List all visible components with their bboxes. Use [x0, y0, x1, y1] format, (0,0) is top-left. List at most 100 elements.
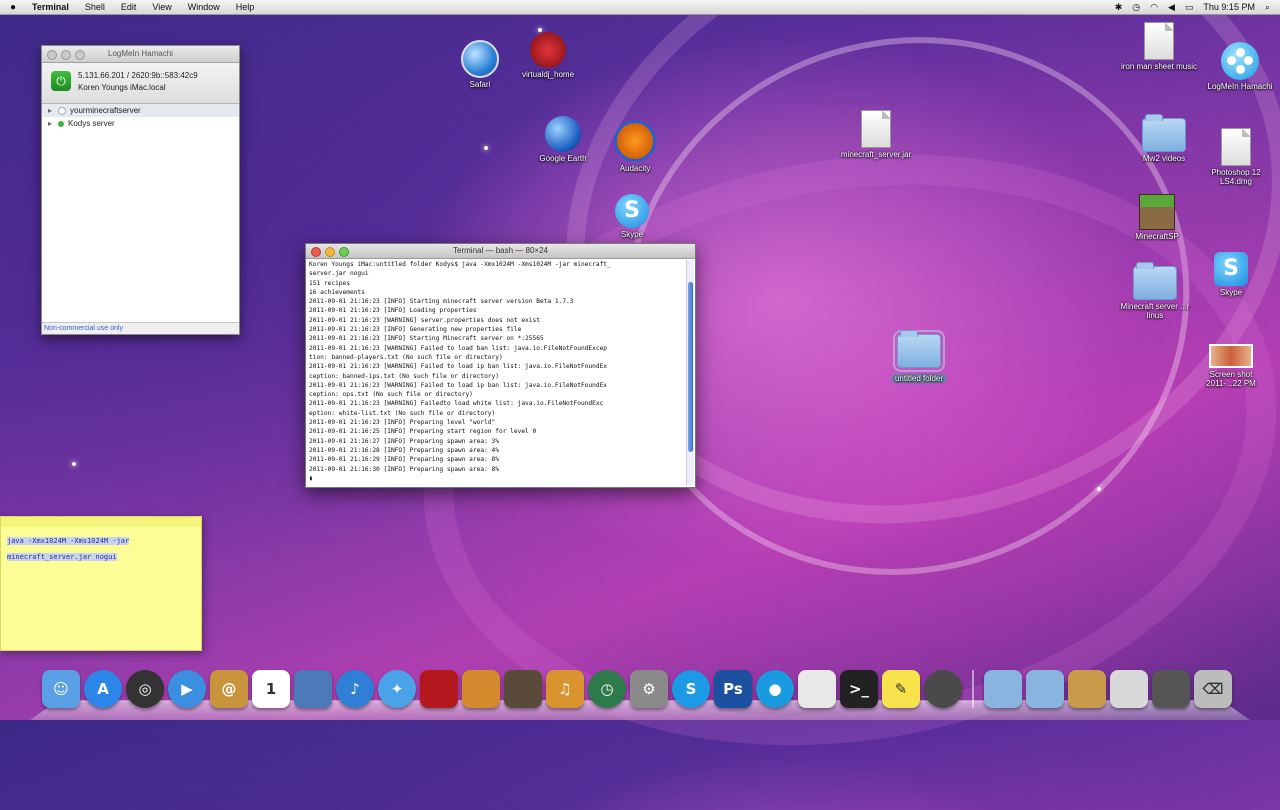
wallpaper-star: [72, 462, 76, 466]
network-item[interactable]: ▸ Kodys server: [42, 117, 239, 130]
jar-file-icon: [861, 110, 891, 148]
wifi-icon[interactable]: ◠: [1150, 2, 1158, 13]
menu-extras: ✱ ◷ ◠ ◀ ▭ Thu 9:15 PM ⌕: [1115, 0, 1270, 14]
icon-label: Audacity: [619, 164, 651, 173]
skype-icon[interactable]: S: [672, 670, 710, 708]
garageband-icon[interactable]: ♫: [546, 670, 584, 708]
wallpaper-star: [1097, 487, 1101, 491]
zoom-button[interactable]: [75, 50, 85, 60]
scrollbar-thumb[interactable]: [688, 282, 693, 452]
terminal-scrollbar[interactable]: [686, 260, 694, 485]
trash-icon[interactable]: ⌫: [1194, 670, 1232, 708]
close-button[interactable]: [47, 50, 57, 60]
terminal-window: Terminal — bash — 80×24 Koren Youngs iMa…: [305, 243, 696, 488]
sticky-line: java -Xmx1024M -Xms1024M -jar: [7, 537, 130, 545]
minimize-button[interactable]: [61, 50, 71, 60]
time-machine-icon[interactable]: ◷: [588, 670, 626, 708]
network-name: Kodys server: [68, 119, 115, 128]
desktop-icon-screenshot[interactable]: Screen shot 2011-...22 PM: [1191, 344, 1271, 388]
hamachi-header: ⏻ 5.131.66.201 / 2620:9b::583:42c9 Koren…: [42, 63, 239, 104]
imovie-icon[interactable]: [504, 670, 542, 708]
minimize-button[interactable]: [325, 247, 335, 257]
safari-icon[interactable]: ✦: [378, 670, 416, 708]
network-item[interactable]: ▸ yourminecraftserver: [42, 104, 239, 117]
desktop-icon-iron-man[interactable]: iron man sheet music: [1119, 22, 1199, 71]
hamachi-window: LogMeIn Hamachi ⏻ 5.131.66.201 / 2620:9b…: [41, 45, 240, 335]
desktop-icon-mw2-videos[interactable]: Mw2 videos: [1124, 114, 1204, 163]
desktop-icon-minecraft-jar[interactable]: minecraft_server.jar: [836, 110, 916, 159]
icon-label: LogMeIn Hamachi: [1207, 82, 1273, 91]
dashboard-icon[interactable]: ◎: [126, 670, 164, 708]
downloads-stack-icon[interactable]: [1110, 670, 1148, 708]
desktop-icon-minecraftsp[interactable]: MinecraftSP: [1117, 194, 1197, 241]
ical-icon[interactable]: 1: [252, 670, 290, 708]
document-icon: [1144, 22, 1174, 60]
skype-icon: S: [615, 194, 649, 228]
app-store-icon[interactable]: A: [84, 670, 122, 708]
desktop-icon-skype[interactable]: S Skype: [1191, 252, 1271, 297]
zoom-button[interactable]: [339, 247, 349, 257]
sticky-line: minecraft_server.jar nogui: [7, 553, 117, 561]
sticky-note[interactable]: java -Xmx1024M -Xms1024M -jar minecraft_…: [0, 516, 202, 651]
close-button[interactable]: [311, 247, 321, 257]
disk-image-icon: [1221, 128, 1251, 166]
disclosure-triangle-icon[interactable]: ▸: [48, 104, 58, 117]
script-icon[interactable]: [798, 670, 836, 708]
terminal-output[interactable]: Koren Youngs iMac:untitled folder Kodys$…: [309, 260, 685, 485]
menu-view[interactable]: View: [152, 2, 171, 12]
time-machine-menu-icon[interactable]: ◷: [1132, 2, 1140, 13]
screenshot-thumbnail-icon: [1209, 344, 1253, 368]
preview-icon[interactable]: [1152, 670, 1190, 708]
pictures-stack-icon[interactable]: [1068, 670, 1106, 708]
address-book-icon[interactable]: @: [210, 670, 248, 708]
system-preferences-icon[interactable]: ⚙: [630, 670, 668, 708]
facetime-icon[interactable]: ▶: [168, 670, 206, 708]
menu-bar: ● Terminal Shell Edit View Window Help ✱…: [0, 0, 1280, 15]
sticky-titlebar[interactable]: [1, 517, 201, 527]
photo-icon[interactable]: [462, 670, 500, 708]
applications-folder-icon[interactable]: [984, 670, 1022, 708]
apple-menu-icon[interactable]: ●: [10, 2, 24, 13]
spotlight-icon[interactable]: ⌕: [1265, 2, 1270, 13]
terminal-icon[interactable]: >_: [840, 670, 878, 708]
wallpaper-star: [484, 146, 488, 150]
desktop-icon-google-earth[interactable]: Google Earth: [523, 116, 603, 163]
desktop-icon-skype-center[interactable]: S Skype: [592, 194, 672, 239]
menu-shell[interactable]: Shell: [85, 2, 105, 12]
bluetooth-icon[interactable]: ✱: [1115, 2, 1123, 13]
menu-help[interactable]: Help: [236, 2, 255, 12]
iphoto-icon[interactable]: [294, 670, 332, 708]
volume-icon[interactable]: ◀: [1168, 2, 1175, 13]
itunes-icon[interactable]: ♪: [336, 670, 374, 708]
dock-separator: [972, 670, 974, 708]
hamachi-icon[interactable]: ●: [756, 670, 794, 708]
photo-booth-icon[interactable]: [420, 670, 458, 708]
terminal-titlebar[interactable]: Terminal — bash — 80×24: [306, 244, 695, 259]
desktop-icon-minecraft-server-folder[interactable]: Minecraft server ...r linus: [1115, 262, 1195, 320]
sticky-body[interactable]: java -Xmx1024M -Xms1024M -jar minecraft_…: [1, 527, 201, 571]
hamachi-footer-link[interactable]: Non-commercial use only: [42, 322, 239, 334]
offline-status-icon: [58, 106, 66, 115]
icon-label: MinecraftSP: [1135, 232, 1179, 241]
virtualdj-icon[interactable]: [924, 670, 962, 708]
menu-clock[interactable]: Thu 9:15 PM: [1203, 2, 1255, 12]
battery-icon[interactable]: ▭: [1185, 2, 1194, 13]
stickies-icon[interactable]: ✎: [882, 670, 920, 708]
hamachi-titlebar[interactable]: LogMeIn Hamachi: [42, 46, 239, 63]
desktop-icon-untitled-folder[interactable]: untitled folder: [879, 330, 959, 386]
photoshop-icon[interactable]: Ps: [714, 670, 752, 708]
desktop-icon-virtualdj[interactable]: virtualdj_home: [508, 32, 588, 79]
desktop-icon-hamachi[interactable]: LogMeIn Hamachi: [1200, 42, 1280, 91]
icon-label: Screen shot 2011-...22 PM: [1206, 370, 1256, 388]
menu-app-terminal[interactable]: Terminal: [32, 2, 69, 12]
menu-edit[interactable]: Edit: [121, 2, 137, 12]
finder-icon[interactable]: ☺: [42, 670, 80, 708]
desktop-icon-photoshop-dmg[interactable]: Photoshop 12 LS4.dmg: [1196, 128, 1276, 186]
documents-folder-icon[interactable]: [1026, 670, 1064, 708]
desktop-icon-audacity[interactable]: Audacity: [595, 120, 675, 173]
power-icon[interactable]: ⏻: [51, 71, 71, 91]
menu-window[interactable]: Window: [188, 2, 220, 12]
folder-icon: [893, 330, 945, 372]
disclosure-triangle-icon[interactable]: ▸: [48, 117, 58, 130]
hamachi-host: Koren Youngs iMac.local: [78, 83, 166, 92]
